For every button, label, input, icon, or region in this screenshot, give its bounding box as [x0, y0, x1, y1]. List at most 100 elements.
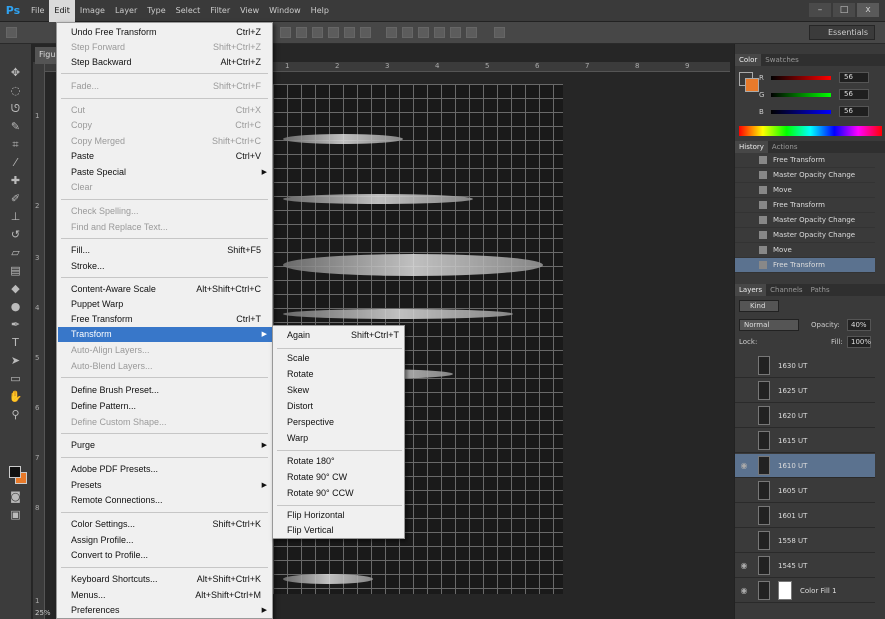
eye-icon[interactable]: ◉	[738, 586, 750, 595]
zoom-level[interactable]: 25%	[35, 609, 51, 617]
menu-item-free-transform[interactable]: Free Transform Ctrl+T	[71, 312, 261, 327]
menu-item-auto-align[interactable]: Auto-Align Layers...	[71, 343, 261, 358]
submenu-item-rotate-90-cw[interactable]: Rotate 90° CW	[287, 470, 399, 485]
history-brush-tool-icon[interactable]: ↺	[8, 228, 23, 242]
menu-item-puppet-warp[interactable]: Puppet Warp	[71, 297, 261, 312]
history-item[interactable]: Free Transform	[735, 198, 875, 213]
red-slider[interactable]: R 56	[759, 72, 869, 83]
submenu-item-perspective[interactable]: Perspective	[287, 415, 399, 430]
close-button[interactable]: x	[857, 3, 879, 17]
menu-view[interactable]: View	[235, 0, 264, 22]
distribute-left-icon[interactable]	[434, 27, 445, 38]
menu-filter[interactable]: Filter	[205, 0, 235, 22]
healing-brush-tool-icon[interactable]: ✚	[8, 174, 23, 188]
history-item[interactable]: Move	[735, 243, 875, 258]
clone-stamp-tool-icon[interactable]: ⊥	[8, 210, 23, 224]
eyedropper-tool-icon[interactable]: ⁄	[8, 156, 23, 170]
green-track[interactable]	[771, 92, 831, 97]
submenu-item-rotate[interactable]: Rotate	[287, 367, 399, 382]
align-right-icon[interactable]	[360, 27, 371, 38]
tab-history[interactable]: History	[735, 141, 768, 153]
history-item-selected[interactable]: Free Transform	[735, 258, 875, 273]
menu-item-clear[interactable]: Clear	[71, 180, 261, 195]
blur-tool-icon[interactable]: ◆	[8, 282, 23, 296]
align-vcenter-icon[interactable]	[296, 27, 307, 38]
menu-item-step-backward[interactable]: Step Backward Alt+Ctrl+Z	[71, 55, 261, 70]
screen-mode-icon[interactable]: ▣	[8, 508, 23, 522]
history-item[interactable]: Master Opacity Change	[735, 168, 875, 183]
minimize-button[interactable]: –	[809, 3, 831, 17]
history-item[interactable]: Free Transform	[735, 153, 875, 168]
layer-row[interactable]: 1558 UT	[735, 529, 875, 553]
align-top-icon[interactable]	[280, 27, 291, 38]
move-tool-icon[interactable]	[6, 27, 17, 38]
blue-track[interactable]	[771, 109, 831, 114]
menu-item-transform[interactable]: Transform ▶	[71, 327, 267, 342]
menu-item-step-forward[interactable]: Step Forward Shift+Ctrl+Z	[71, 40, 261, 55]
workspace-switcher[interactable]: Essentials	[809, 25, 875, 40]
align-left-icon[interactable]	[328, 27, 339, 38]
menu-item-fill[interactable]: Fill... Shift+F5	[71, 243, 261, 258]
history-item[interactable]: Master Opacity Change	[735, 213, 875, 228]
menu-item-pdf-presets[interactable]: Adobe PDF Presets...	[71, 462, 261, 477]
menu-item-convert-profile[interactable]: Convert to Profile...	[71, 548, 261, 563]
menu-item-content-aware-scale[interactable]: Content-Aware Scale Alt+Shift+Ctrl+C	[71, 282, 261, 297]
distribute-bottom-icon[interactable]	[418, 27, 429, 38]
menu-item-define-brush[interactable]: Define Brush Preset...	[71, 383, 261, 398]
crop-tool-icon[interactable]: ⌗	[8, 138, 23, 152]
menu-image[interactable]: Image	[75, 0, 110, 22]
menu-item-fade[interactable]: Fade... Shift+Ctrl+F	[71, 79, 261, 94]
fill-input[interactable]: 100%	[847, 336, 871, 348]
blue-slider[interactable]: B 56	[759, 106, 869, 117]
submenu-item-again[interactable]: Again Shift+Ctrl+T	[287, 328, 399, 343]
layer-row[interactable]: 1605 UT	[735, 479, 875, 503]
gradient-tool-icon[interactable]: ▤	[8, 264, 23, 278]
blend-mode-select[interactable]: Normal	[739, 319, 799, 331]
layer-row[interactable]: 1625 UT	[735, 379, 875, 403]
layer-row[interactable]: 1601 UT	[735, 504, 875, 528]
menu-item-find-replace[interactable]: Find and Replace Text...	[71, 220, 261, 235]
maximize-button[interactable]: □	[833, 3, 855, 17]
history-item[interactable]: Move	[735, 183, 875, 198]
tab-color[interactable]: Color	[735, 54, 762, 66]
menu-item-color-settings[interactable]: Color Settings... Shift+Ctrl+K	[71, 517, 261, 532]
menu-item-auto-blend[interactable]: Auto-Blend Layers...	[71, 359, 261, 374]
distribute-top-icon[interactable]	[386, 27, 397, 38]
pen-tool-icon[interactable]: ✒	[8, 318, 23, 332]
background-color-chip[interactable]	[745, 78, 759, 92]
tab-actions[interactable]: Actions	[768, 141, 802, 153]
menu-item-assign-profile[interactable]: Assign Profile...	[71, 533, 261, 548]
eye-icon[interactable]: ◉	[738, 561, 750, 570]
submenu-item-distort[interactable]: Distort	[287, 399, 399, 414]
opacity-input[interactable]: 40%	[847, 319, 871, 331]
menu-item-undo[interactable]: Undo Free Transform Ctrl+Z	[71, 25, 261, 40]
layer-row[interactable]: ◉ 1545 UT	[735, 554, 875, 578]
quick-mask-icon[interactable]: ◙	[8, 490, 23, 504]
quick-select-tool-icon[interactable]: ✎	[8, 120, 23, 134]
color-spectrum[interactable]	[739, 126, 882, 136]
submenu-item-rotate-180[interactable]: Rotate 180°	[287, 454, 399, 469]
menu-window[interactable]: Window	[264, 0, 306, 22]
menu-item-paste[interactable]: Paste Ctrl+V	[71, 149, 261, 164]
red-track[interactable]	[771, 75, 831, 80]
history-item[interactable]: Master Opacity Change	[735, 228, 875, 243]
menu-select[interactable]: Select	[171, 0, 206, 22]
foreground-color-swatch[interactable]	[9, 466, 21, 478]
layer-row[interactable]: 1620 UT	[735, 404, 875, 428]
eraser-tool-icon[interactable]: ▱	[8, 246, 23, 260]
zoom-tool-icon[interactable]: ⚲	[8, 408, 23, 422]
menu-item-define-custom-shape[interactable]: Define Custom Shape...	[71, 415, 261, 430]
menu-item-purge[interactable]: Purge ▶	[71, 438, 267, 453]
align-hcenter-icon[interactable]	[344, 27, 355, 38]
path-selection-tool-icon[interactable]: ➤	[8, 354, 23, 368]
tab-channels[interactable]: Channels	[766, 284, 806, 296]
menu-item-keyboard-shortcuts[interactable]: Keyboard Shortcuts... Alt+Shift+Ctrl+K	[71, 572, 261, 587]
menu-item-remote-connections[interactable]: Remote Connections...	[71, 493, 261, 508]
menu-item-copy-merged[interactable]: Copy Merged Shift+Ctrl+C	[71, 134, 261, 149]
submenu-item-rotate-90-ccw[interactable]: Rotate 90° CCW	[287, 486, 399, 501]
marquee-tool-icon[interactable]: ◌	[8, 84, 23, 98]
menu-file[interactable]: File	[26, 0, 49, 22]
menu-item-cut[interactable]: Cut Ctrl+X	[71, 103, 261, 118]
eye-icon[interactable]: ◉	[738, 461, 750, 470]
distribute-hcenter-icon[interactable]	[450, 27, 461, 38]
